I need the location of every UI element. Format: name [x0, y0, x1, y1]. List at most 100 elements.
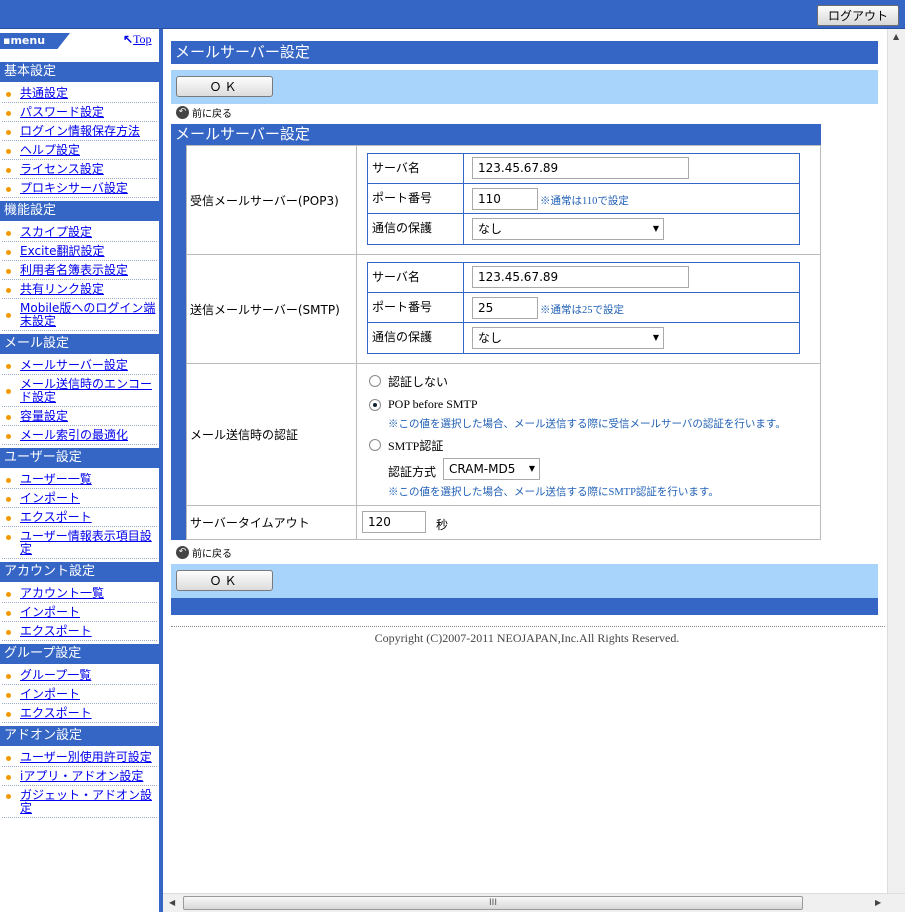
copyright: Copyright (C)2007-2011 NEOJAPAN,Inc.All … [374, 631, 680, 645]
sidebar-item[interactable]: 共通設定 [2, 84, 157, 103]
sidebar-item[interactable]: ライセンス設定 [2, 160, 157, 179]
pop3-server-input[interactable]: 123.45.67.89 [472, 157, 689, 179]
scroll-left-icon[interactable]: ◀ [169, 898, 175, 907]
auth-smtp-label: SMTP認証 [388, 439, 444, 453]
menu-logo: ▪menu [0, 33, 70, 49]
sidebar-item[interactable]: インポート [2, 489, 157, 508]
pop3-port-label: ポート番号 [368, 184, 464, 213]
page-title: メールサーバー設定 [171, 41, 878, 64]
smtp-protect-select[interactable]: なし [472, 327, 664, 349]
smtp-port-input[interactable]: 25 [472, 297, 538, 319]
sidebar-item[interactable]: インポート [2, 685, 157, 704]
footer-bar [171, 598, 878, 615]
sidebar-item[interactable]: Mobile版へのログイン端末設定 [2, 299, 157, 331]
top-arrow-icon: ↖ [123, 32, 134, 46]
pop3-port-note: ※通常は110で設定 [540, 196, 629, 207]
sidebar-item[interactable]: 共有リンク設定 [2, 280, 157, 299]
smtp-port-label: ポート番号 [368, 293, 464, 322]
timeout-unit: 秒 [436, 518, 449, 532]
back-arrow-icon: ↶ [176, 546, 189, 559]
sidebar-item[interactable]: ユーザー一覧 [2, 470, 157, 489]
auth-label: メール送信時の認証 [187, 364, 357, 505]
settings-table: 受信メールサーバー(POP3) サーバ名 123.45.67.89 ポート番号 … [186, 145, 821, 540]
ok-bar-bottom: ＯＫ [171, 564, 878, 598]
scroll-right-icon[interactable]: ▶ [875, 898, 881, 907]
back-arrow-icon: ↶ [176, 106, 189, 119]
sidebar-item[interactable]: iアプリ・アドオン設定 [2, 767, 157, 786]
sidebar-item[interactable]: インポート [2, 603, 157, 622]
pop3-protect-select[interactable]: なし [472, 218, 664, 240]
auth-pop-note: ※この値を選択した場合、メール送信する際に受信メールサーバの認証を行います。 [388, 419, 786, 430]
sidebar-item[interactable]: グループ一覧 [2, 666, 157, 685]
back-label: 前に戻る [192, 549, 232, 560]
scroll-up-icon[interactable]: ▲ [893, 32, 899, 41]
smtp-port-note: ※通常は25で設定 [540, 305, 624, 316]
sidebar-section-title: アカウント設定 [0, 562, 159, 582]
sidebar-item[interactable]: 利用者名簿表示設定 [2, 261, 157, 280]
sidebar-item[interactable]: ユーザー別使用許可設定 [2, 748, 157, 767]
pop3-row: 受信メールサーバー(POP3) サーバ名 123.45.67.89 ポート番号 … [187, 146, 820, 255]
top-bar: ログアウト [0, 0, 905, 29]
smtp-server-label: サーバ名 [368, 263, 464, 292]
ok-bar-top: ＯＫ [171, 70, 878, 104]
footer-divider [171, 626, 885, 627]
timeout-label: サーバータイムアウト [187, 506, 357, 539]
menu-logo-text: menu [10, 34, 46, 47]
auth-pop-radio[interactable] [369, 399, 381, 411]
sidebar-item[interactable]: Excite翻訳設定 [2, 242, 157, 261]
logout-button[interactable]: ログアウト [816, 5, 899, 26]
smtp-protect-label: 通信の保護 [368, 323, 464, 353]
sidebar-item[interactable]: メール索引の最適化 [2, 426, 157, 445]
auth-pop-label: POP before SMTP [388, 397, 478, 411]
smtp-row: 送信メールサーバー(SMTP) サーバ名 123.45.67.89 ポート番号 … [187, 255, 820, 364]
top-link[interactable]: ↖Top [123, 32, 152, 47]
smtp-label: 送信メールサーバー(SMTP) [187, 255, 357, 363]
sidebar-item[interactable]: ログイン情報保存方法 [2, 122, 157, 141]
settings-form: メールサーバー設定 受信メールサーバー(POP3) サーバ名 123.45.67… [171, 124, 821, 540]
sidebar-item[interactable]: エクスポート [2, 508, 157, 527]
pop3-server-label: サーバ名 [368, 154, 464, 183]
sidebar-menu: 基本設定共通設定 パスワード設定 ログイン情報保存方法 ヘルプ設定 ライセンス設定 プロキ… [0, 62, 159, 821]
sidebar-section-title: グループ設定 [0, 644, 159, 664]
horizontal-scroll-thumb[interactable]: III [183, 896, 803, 910]
sidebar-item[interactable]: ガジェット・アドオン設定 [2, 786, 157, 818]
sidebar-item[interactable]: エクスポート [2, 622, 157, 641]
vertical-scrollbar[interactable]: ▲ [887, 29, 905, 897]
form-left-bar [171, 145, 186, 540]
timeout-input[interactable]: 120 [362, 511, 426, 533]
auth-method-select[interactable]: CRAM-MD5 [443, 458, 540, 480]
sidebar-item[interactable]: ヘルプ設定 [2, 141, 157, 160]
back-link-bottom[interactable]: ↶ 前に戻る [176, 545, 232, 560]
sidebar-item[interactable]: プロキシサーバ設定 [2, 179, 157, 198]
sidebar-section-title: アドオン設定 [0, 726, 159, 746]
sidebar-item[interactable]: パスワード設定 [2, 103, 157, 122]
pop3-label: 受信メールサーバー(POP3) [187, 146, 357, 254]
auth-none-radio[interactable] [369, 375, 381, 387]
auth-smtp-radio[interactable] [369, 439, 381, 451]
sidebar-section-title: ユーザー設定 [0, 448, 159, 468]
auth-method-label: 認証方式 [388, 465, 437, 479]
auth-row: メール送信時の認証 認証しない POP before SMTP ※この値を選択し… [187, 364, 820, 506]
top-link-label: Top [133, 32, 152, 46]
sidebar-item[interactable]: アカウント一覧 [2, 584, 157, 603]
sidebar: ▪menu ↖Top 基本設定共通設定 パスワード設定 ログイン情報保存方法 ヘルプ設… [0, 29, 163, 912]
ok-button-bottom[interactable]: ＯＫ [176, 570, 273, 591]
sidebar-item[interactable]: メール送信時のエンコード設定 [2, 375, 157, 407]
ok-button-top[interactable]: ＯＫ [176, 76, 273, 97]
sidebar-item[interactable]: スカイプ設定 [2, 223, 157, 242]
main-content: メールサーバー設定 ＯＫ ↶ 前に戻る メールサーバー設定 受信メールサーバー(P… [167, 29, 887, 897]
sidebar-section-title: 基本設定 [0, 62, 159, 82]
sidebar-section-title: メール設定 [0, 334, 159, 354]
sidebar-section-title: 機能設定 [0, 201, 159, 221]
sidebar-item[interactable]: メールサーバー設定 [2, 356, 157, 375]
sidebar-item[interactable]: 容量設定 [2, 407, 157, 426]
smtp-server-input[interactable]: 123.45.67.89 [472, 266, 689, 288]
form-title: メールサーバー設定 [171, 124, 821, 145]
sidebar-item[interactable]: エクスポート [2, 704, 157, 723]
sidebar-item[interactable]: ユーザー情報表示項目設定 [2, 527, 157, 559]
back-link-top[interactable]: ↶ 前に戻る [176, 105, 232, 120]
back-label: 前に戻る [192, 109, 232, 120]
pop3-port-input[interactable]: 110 [472, 188, 538, 210]
horizontal-scrollbar[interactable]: ◀ III ▶ [163, 893, 905, 912]
auth-smtp-note: ※この値を選択した場合、メール送信する際にSMTP認証を行います。 [388, 487, 719, 498]
